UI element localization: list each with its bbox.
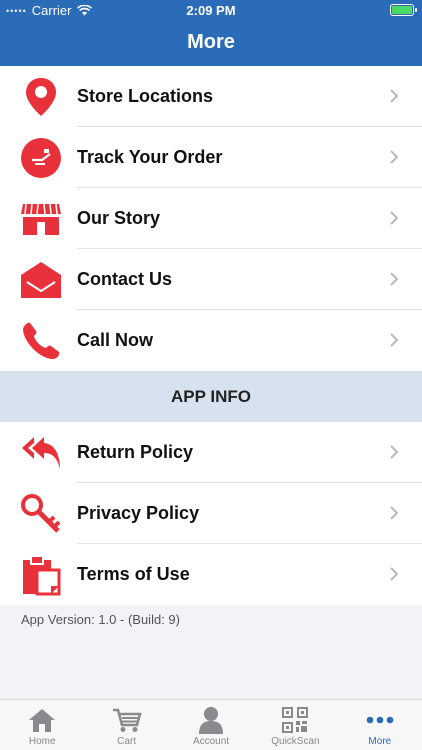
storefront-icon bbox=[20, 198, 62, 240]
tab-label: Cart bbox=[117, 736, 137, 747]
qr-code-icon bbox=[280, 706, 310, 734]
tab-label: Home bbox=[28, 736, 56, 747]
menu-item-label: Contact Us bbox=[77, 269, 173, 289]
status-time: 2:09 PM bbox=[186, 3, 236, 18]
tab-quickscan[interactable]: QuickScan bbox=[253, 700, 337, 750]
chevron-right-icon bbox=[390, 150, 399, 164]
more-dots-icon bbox=[365, 706, 395, 734]
envelope-icon bbox=[20, 259, 62, 301]
tab-more[interactable]: More bbox=[338, 700, 422, 750]
tab-cart[interactable]: Cart bbox=[84, 700, 168, 750]
menu-item-contact-us[interactable]: Contact Us bbox=[0, 249, 422, 310]
menu-item-our-story[interactable]: Our Story bbox=[0, 188, 422, 249]
chevron-right-icon bbox=[390, 506, 399, 520]
app-info-list: Return Policy Privacy Policy Terms of Us… bbox=[0, 422, 422, 605]
navigation-header: ••••• Carrier 2:09 PM More bbox=[0, 0, 422, 66]
clipboard-icon bbox=[20, 554, 62, 596]
chevron-right-icon bbox=[390, 89, 399, 103]
menu-item-label: Call Now bbox=[77, 330, 154, 350]
menu-item-call-now[interactable]: Call Now bbox=[0, 310, 422, 371]
menu-item-label: Store Locations bbox=[77, 86, 214, 106]
app-version-label: App Version: 1.0 - (Build: 9) bbox=[21, 612, 180, 627]
tab-home[interactable]: Home bbox=[0, 700, 84, 750]
tab-label: QuickScan bbox=[271, 736, 320, 747]
tab-label: Account bbox=[192, 736, 230, 747]
tab-label: More bbox=[368, 736, 392, 747]
truck-icon bbox=[20, 137, 62, 179]
menu-item-store-locations[interactable]: Store Locations bbox=[0, 66, 422, 127]
menu-item-terms-of-use[interactable]: Terms of Use bbox=[0, 544, 422, 605]
menu-item-privacy-policy[interactable]: Privacy Policy bbox=[0, 483, 422, 544]
chevron-right-icon bbox=[390, 211, 399, 225]
tab-bar: Home Cart Account QuickScan More bbox=[0, 699, 422, 750]
chevron-right-icon bbox=[390, 333, 399, 347]
menu-item-label: Our Story bbox=[77, 208, 161, 228]
reply-all-icon bbox=[20, 432, 62, 474]
menu-item-label: Terms of Use bbox=[77, 564, 190, 584]
more-menu-list: Store Locations Track Your Order Our Sto… bbox=[0, 66, 422, 371]
battery-icon bbox=[390, 4, 417, 16]
page-title: More bbox=[187, 31, 235, 53]
cart-icon bbox=[112, 706, 142, 734]
menu-item-label: Track Your Order bbox=[77, 147, 223, 167]
menu-item-track-order[interactable]: Track Your Order bbox=[0, 127, 422, 188]
status-bar: ••••• Carrier 2:09 PM bbox=[0, 0, 422, 22]
menu-item-label: Return Policy bbox=[77, 442, 194, 462]
chevron-right-icon bbox=[390, 567, 399, 581]
tab-account[interactable]: Account bbox=[169, 700, 253, 750]
menu-item-return-policy[interactable]: Return Policy bbox=[0, 422, 422, 483]
account-icon bbox=[196, 706, 226, 734]
chevron-right-icon bbox=[390, 445, 399, 459]
section-header-app-info: APP INFO bbox=[0, 371, 422, 422]
map-pin-icon bbox=[20, 76, 62, 118]
key-icon bbox=[20, 493, 62, 535]
chevron-right-icon bbox=[390, 272, 399, 286]
phone-icon bbox=[20, 320, 62, 362]
menu-item-label: Privacy Policy bbox=[77, 503, 200, 523]
home-icon bbox=[27, 706, 57, 734]
